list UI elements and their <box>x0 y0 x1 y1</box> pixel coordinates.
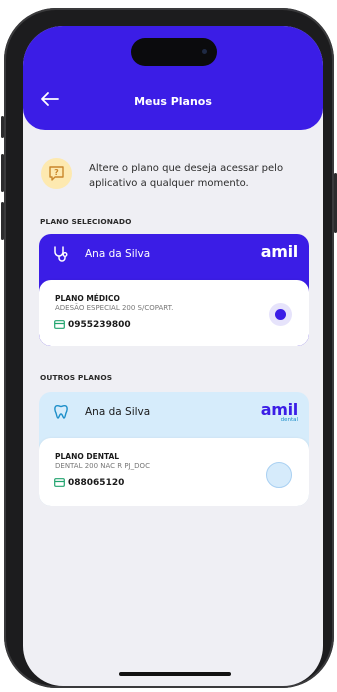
selected-plan-card[interactable]: Ana da Silva amil PLANO MÉDICO ADESÃO ES… <box>39 234 309 346</box>
plan-type: PLANO DENTAL <box>55 452 120 461</box>
plan-number: 0955239800 <box>68 320 131 330</box>
section-selected-label: PLANO SELECIONADO <box>40 217 132 226</box>
page-title: Meus Planos <box>134 95 212 108</box>
brand-name: amil <box>260 242 299 261</box>
selected-plan-body: PLANO MÉDICO ADESÃO ESPECIAL 200 S/COPAR… <box>39 280 309 346</box>
info-banner: ? Altere o plano que deseja acessar pelo… <box>41 158 311 198</box>
selected-plan-header: Ana da Silva amil <box>39 234 309 280</box>
plan-name: ADESÃO ESPECIAL 200 S/COPART. <box>55 304 174 312</box>
info-text: Altere o plano que deseja acessar pelo a… <box>89 163 284 189</box>
plan-number: 088065120 <box>68 478 125 488</box>
plan-type: PLANO MÉDICO <box>55 294 120 303</box>
section-others-label: OUTROS PLANOS <box>40 373 113 382</box>
amil-dental-logo: amil dental <box>261 401 299 424</box>
dynamic-island <box>131 38 217 66</box>
svg-text:?: ? <box>54 168 59 177</box>
other-plan-header: Ana da Silva amil dental <box>39 392 309 438</box>
other-plan-card[interactable]: Ana da Silva amil dental PLANO DENTAL DE… <box>39 392 309 506</box>
holder-name: Ana da Silva <box>85 406 151 418</box>
card-icon <box>54 320 65 329</box>
other-plan-body: PLANO DENTAL DENTAL 200 NAC R PJ_DOC 088… <box>39 438 309 506</box>
tooth-icon <box>54 404 68 419</box>
app-header: Meus Planos <box>23 26 323 130</box>
amil-logo: amil <box>260 242 299 261</box>
card-icon <box>54 478 65 487</box>
holder-name: Ana da Silva <box>85 248 151 260</box>
home-indicator[interactable] <box>119 672 231 676</box>
phone-frame: Meus Planos ? Altere o plano que deseja … <box>1 8 337 688</box>
app-screen: Meus Planos ? Altere o plano que deseja … <box>23 26 323 686</box>
stethoscope-icon <box>54 246 68 262</box>
question-bubble-icon: ? <box>41 158 72 189</box>
volume-up-button <box>1 154 4 192</box>
volume-down-button <box>1 202 4 240</box>
radio-dot <box>275 309 286 320</box>
action-button <box>1 116 4 138</box>
plan-name: DENTAL 200 NAC R PJ_DOC <box>55 462 150 470</box>
plan-radio-unselected[interactable] <box>266 462 292 488</box>
plan-radio-selected[interactable] <box>269 303 292 326</box>
